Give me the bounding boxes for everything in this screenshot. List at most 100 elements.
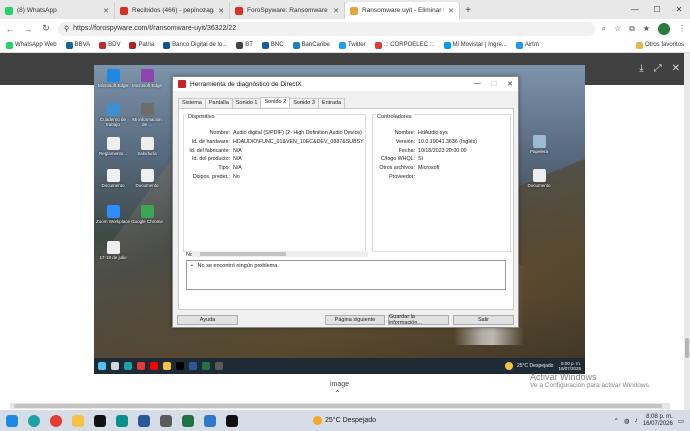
desktop-icon[interactable]: Documento	[96, 169, 130, 188]
desktop-icon[interactable]: Sabiduría	[130, 137, 164, 156]
scroll-thumb[interactable]	[14, 404, 662, 408]
avatar[interactable]	[658, 22, 670, 35]
volume-icon[interactable]: ♪	[635, 417, 638, 424]
desktop-icon[interactable]: Microsoft Edge	[96, 69, 130, 88]
maximize-icon[interactable]: ☐	[491, 80, 497, 88]
bookmark-twitter[interactable]: Twitter	[338, 41, 366, 49]
driver-version-value: 10.0.19041.3636 (Inglés)	[418, 138, 477, 145]
chrome-icon[interactable]	[50, 414, 62, 427]
star-icon[interactable]: ☆	[614, 24, 621, 33]
chevron-up-icon[interactable]: ⌃	[334, 389, 341, 398]
close-icon[interactable]: ✕	[507, 80, 513, 88]
close-icon[interactable]: ✕	[672, 63, 680, 74]
desktop-icon[interactable]: Mi información de ...	[130, 103, 164, 127]
desktop-icon[interactable]: Reglamento...	[96, 137, 130, 156]
tab-pantalla[interactable]: Pantalla	[204, 98, 233, 108]
bookmark-banco-digital[interactable]: Banco Digital de lo...	[163, 41, 227, 49]
maximize-icon[interactable]: ☐	[646, 0, 668, 19]
bookmark-bdv[interactable]: BDV	[99, 41, 120, 49]
device-rows: Nombre: Id. de hardware: Id. del fabrica…	[186, 129, 364, 182]
scroll-thumb[interactable]	[685, 338, 689, 358]
close-tab-icon[interactable]: ✕	[103, 7, 109, 15]
bookmark-bancaribe[interactable]: BanCaribe	[292, 41, 330, 49]
bookmark-airtm[interactable]: Airtm	[515, 41, 539, 49]
desktop-icon[interactable]: Zoom Workplace	[96, 205, 130, 224]
minimize-icon[interactable]: —	[474, 80, 481, 88]
menu-icon[interactable]: ⋮	[678, 24, 686, 33]
site-info-icon[interactable]: ⚲	[64, 25, 69, 33]
bookmark-bt[interactable]: BT	[236, 41, 253, 49]
edge-icon[interactable]	[28, 414, 40, 427]
chevron-up-icon[interactable]: ⌃	[613, 417, 618, 425]
tab-sistema[interactable]: Sistema	[178, 98, 206, 108]
download-icon[interactable]: ⤓	[639, 63, 643, 74]
tab-title: Recibidos (466) - pepinozaga@gm	[132, 7, 214, 14]
folder-icon	[635, 41, 643, 49]
tab-gmail-forospyware[interactable]: ForoSpyware: Ransomware .uyit - ✕	[230, 2, 345, 19]
file-explorer-icon[interactable]	[72, 414, 84, 427]
tab-sonido-1[interactable]: Sonido 1	[231, 98, 262, 108]
next-page-button[interactable]: Página siguiente	[325, 315, 385, 325]
tab-sonido-3[interactable]: Sonido 3	[289, 98, 319, 108]
excel-icon[interactable]	[182, 414, 194, 427]
bookmark-bbva[interactable]: BBVA	[65, 41, 90, 49]
onedrive-icon[interactable]	[204, 414, 216, 427]
bookmark-corpoelec[interactable]: .:: CORPOELEC ::.	[374, 41, 435, 49]
clock[interactable]: 8:08 p. m. 16/07/2026	[643, 414, 673, 428]
page-horizontal-scrollbar[interactable]	[10, 403, 670, 409]
tab-gmail[interactable]: Recibidos (466) - pepinozaga@gm ✕	[115, 2, 230, 19]
page-vertical-scrollbar[interactable]	[684, 53, 690, 410]
extensions-icon[interactable]: ⧉	[629, 24, 635, 34]
fullscreen-icon[interactable]: ⤢	[654, 63, 662, 74]
minimize-icon[interactable]: —	[624, 0, 646, 19]
close-tab-icon[interactable]: ✕	[218, 7, 224, 15]
desktop-icon[interactable]: Documento	[130, 169, 164, 188]
close-tab-icon[interactable]: ✕	[333, 7, 339, 15]
desktop-icon[interactable]: Microsoft Edge	[130, 69, 164, 88]
url-field[interactable]: ⚲ https://forospyware.com/t/ransomware-u…	[58, 21, 596, 36]
exit-button[interactable]: Salir	[453, 315, 514, 325]
word-icon[interactable]	[138, 414, 150, 427]
desktop-icon[interactable]: Google Chrome	[130, 205, 164, 224]
desktop-icon[interactable]: Cuaderno de trabajo	[96, 103, 130, 127]
edge-dev-icon[interactable]	[116, 414, 128, 427]
save-info-button[interactable]: Guardar la información...	[388, 314, 449, 326]
desktop-icon[interactable]: Papelera	[522, 135, 556, 154]
directx-icon[interactable]	[226, 414, 238, 427]
notes-textbox[interactable]: • No se encontró ningún problema.	[186, 260, 506, 290]
bookmark-bnc[interactable]: BNC	[261, 41, 284, 49]
reload-icon[interactable]: ↻	[40, 23, 52, 34]
tab-entrada[interactable]: Entrada	[317, 98, 346, 108]
scroll-thumb[interactable]	[200, 252, 286, 256]
device-horizontal-scrollbar[interactable]	[192, 251, 368, 257]
tab-ransomware-uyit[interactable]: Ransomware uyit - Eliminar Malwa ✕	[345, 2, 460, 19]
tiktok-icon[interactable]	[94, 414, 106, 427]
bookmark-whatsapp[interactable]: WhatsApp Web	[6, 41, 57, 49]
desktop-icon[interactable]: 17-18 de julio	[96, 241, 130, 260]
dxdiag-titlebar: Herramienta de diagnóstico de DirectX — …	[173, 77, 518, 91]
favorites-icon[interactable]: ★	[643, 24, 650, 33]
address-bar-row: ← → ↻ ⚲ https://forospyware.com/t/ransom…	[0, 19, 690, 38]
notifications-icon[interactable]: ▭	[678, 417, 684, 425]
help-button[interactable]: Ayuda	[177, 315, 238, 325]
email-icon[interactable]	[160, 414, 172, 427]
desktop-icon[interactable]: Documento	[522, 169, 556, 188]
other-bookmarks-folder[interactable]: Otros favoritos	[635, 41, 684, 49]
document-icon	[106, 169, 120, 182]
tab-whatsapp[interactable]: (8) WhatsApp ✕	[0, 2, 115, 19]
close-tab-icon[interactable]: ✕	[448, 7, 454, 15]
tab-sonido-2[interactable]: Sonido 2	[260, 97, 291, 107]
zoom-icon[interactable]: ⌕	[601, 24, 605, 34]
bookmark-movistar[interactable]: Mi Movistar | Ingre...	[443, 41, 507, 49]
document-icon	[140, 103, 154, 116]
weather-widget[interactable]: 25°C Despejado	[313, 416, 376, 425]
forward-icon[interactable]: →	[22, 24, 34, 34]
new-tab-button[interactable]: +	[460, 2, 476, 19]
bookmark-patria[interactable]: Patria	[129, 41, 154, 49]
type-value: N/A	[233, 165, 242, 172]
back-icon[interactable]: ←	[4, 24, 16, 34]
network-icon[interactable]: ◍	[624, 417, 630, 425]
windows-start-icon[interactable]	[6, 414, 18, 427]
close-window-icon[interactable]: ✕	[668, 0, 690, 19]
edge-icon	[124, 362, 132, 370]
